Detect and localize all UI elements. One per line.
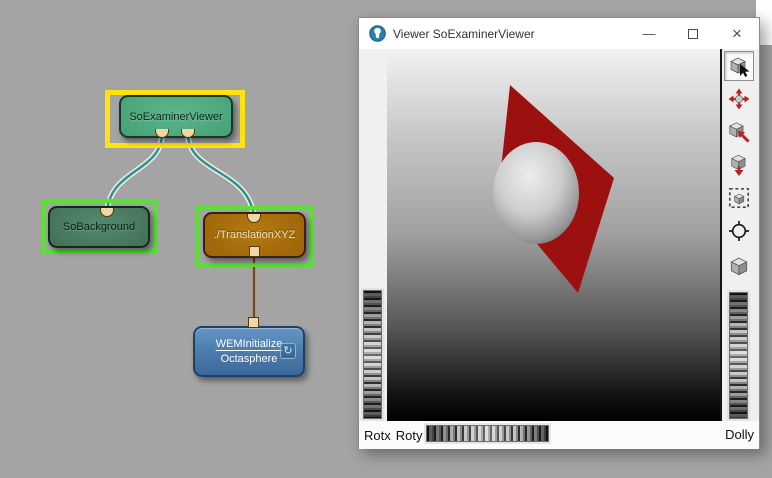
focal-point-button[interactable]: [724, 216, 754, 246]
pick-mode-button[interactable]: [724, 51, 754, 81]
view-selection-icon: [727, 186, 751, 210]
node-sobackground[interactable]: SoBackground: [48, 206, 150, 248]
seek-button[interactable]: [724, 117, 754, 147]
rotx-thumbwheel[interactable]: [363, 290, 382, 419]
node-label: ./TranslationXYZ: [214, 229, 296, 241]
viewer-toolbar: [724, 51, 754, 279]
examine-mode-button[interactable]: [724, 84, 754, 114]
node-instance-label: Octasphere: [221, 352, 278, 367]
examine-mode-icon: [727, 87, 751, 111]
view-all-icon: [727, 153, 751, 177]
view-selection-button[interactable]: [724, 183, 754, 213]
mevislab-logo-icon: [369, 25, 386, 42]
octasphere-mesh: [493, 142, 579, 244]
node-weminitialize[interactable]: WEMInitialize Octasphere ↻: [193, 326, 305, 377]
node-soexaminerviewer[interactable]: SoExaminerViewer: [119, 95, 233, 138]
window-title: Viewer SoExaminerViewer: [393, 27, 535, 41]
close-button[interactable]: ×: [715, 18, 759, 49]
maximize-icon: [688, 29, 698, 39]
node-label: WEMInitialize: [216, 337, 283, 352]
scene-render: [387, 49, 720, 421]
reload-button[interactable]: ↻: [280, 343, 296, 359]
viewer-window: Viewer SoExaminerViewer — ×: [358, 17, 760, 448]
maximize-button[interactable]: [671, 18, 715, 49]
dolly-thumbwheel[interactable]: [729, 292, 748, 419]
camera-type-button[interactable]: [724, 249, 754, 279]
focal-point-icon: [727, 219, 751, 243]
pick-mode-icon: [727, 54, 751, 78]
view-all-button[interactable]: [724, 150, 754, 180]
camera-type-icon: [727, 252, 751, 276]
roty-label: Roty: [396, 428, 423, 443]
node-label: SoExaminerViewer: [129, 111, 222, 123]
rotx-label: Rotx: [364, 428, 391, 443]
node-label: SoBackground: [63, 221, 135, 233]
examiner-viewport[interactable]: [387, 49, 722, 421]
mevislab-desktop: SoExaminerViewer SoBackground ./Translat…: [0, 0, 772, 478]
viewer-titlebar[interactable]: Viewer SoExaminerViewer — ×: [359, 18, 759, 49]
viewer-bottombar: Rotx Roty: [359, 421, 759, 449]
minimize-button[interactable]: —: [627, 18, 671, 49]
output-connector[interactable]: [248, 317, 259, 328]
roty-horizontal-thumbwheel[interactable]: [426, 425, 549, 442]
input-connector[interactable]: [249, 246, 260, 257]
dolly-label: Dolly: [725, 427, 754, 442]
seek-icon: [727, 120, 751, 144]
